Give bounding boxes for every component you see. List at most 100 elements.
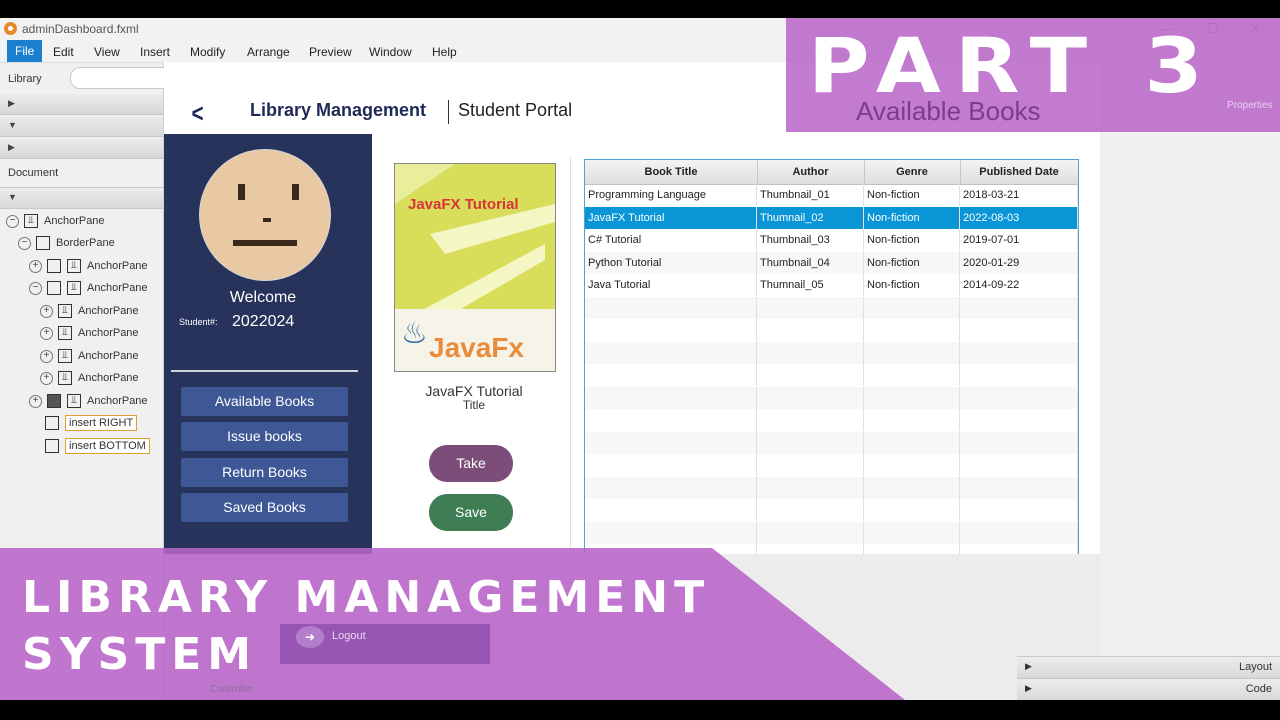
region-icon xyxy=(47,259,61,273)
anchor-icon: ⫫ xyxy=(67,394,81,408)
avatar-nose xyxy=(263,218,271,222)
cell-published-date xyxy=(960,521,1078,544)
menu-window[interactable]: Window xyxy=(369,45,412,59)
controller-label: Controller xyxy=(210,684,254,695)
cell-genre xyxy=(864,364,960,386)
cell-book-title xyxy=(585,296,757,319)
tree-item-anchorpane[interactable]: + ⫫ AnchorPane xyxy=(40,371,139,391)
pane-separator xyxy=(570,158,571,554)
collapse-toggle-icon[interactable]: − xyxy=(18,236,31,250)
table-row[interactable] xyxy=(585,364,1078,386)
insert-right-label: insert RIGHT xyxy=(65,414,138,431)
menu-help[interactable]: Help xyxy=(432,45,457,59)
title-separator xyxy=(448,100,449,124)
document-section-row[interactable]: ▼ xyxy=(0,188,163,209)
cell-author xyxy=(757,296,864,319)
column-header-book-title[interactable]: Book Title xyxy=(585,160,758,184)
cell-author xyxy=(757,319,864,341)
cell-published-date: 2019-07-01 xyxy=(960,229,1078,251)
expand-toggle-icon[interactable]: + xyxy=(29,259,42,273)
table-row[interactable]: C# Tutorial Thumbnail_03 Non-fiction 2019-0… xyxy=(585,229,1078,251)
cell-published-date xyxy=(960,409,1078,431)
expand-toggle-icon[interactable]: + xyxy=(40,304,53,318)
collapse-toggle-icon[interactable]: − xyxy=(29,281,42,295)
properties-label: Properties xyxy=(1227,100,1273,111)
nav-issue-books-button[interactable]: Issue books xyxy=(181,422,348,451)
nav-return-books-button[interactable]: Return Books xyxy=(181,458,348,487)
video-title-line-1: LIBRARY MANAGEMENT xyxy=(22,572,711,623)
table-row[interactable]: Java Tutorial Thumnail_05 Non-fiction 2014-… xyxy=(585,274,1078,296)
cell-author xyxy=(757,341,864,364)
menu-file[interactable]: File xyxy=(7,40,43,62)
tree-item-anchorpane[interactable]: + ⫫ AnchorPane xyxy=(40,304,139,324)
tree-insert-bottom[interactable]: insert BOTTOM xyxy=(45,437,150,459)
table-row[interactable] xyxy=(585,499,1078,521)
column-header-published-date[interactable]: Published Date xyxy=(960,160,1078,184)
table-row[interactable] xyxy=(585,319,1078,341)
expand-toggle-icon[interactable]: + xyxy=(40,349,53,363)
table-row[interactable] xyxy=(585,341,1078,364)
menu-insert[interactable]: Insert xyxy=(140,45,170,59)
window-title: adminDashboard.fxml xyxy=(22,22,139,36)
collapse-toggle-icon[interactable]: − xyxy=(6,214,19,228)
column-header-genre[interactable]: Genre xyxy=(864,160,961,184)
tree-item-label: AnchorPane xyxy=(87,259,148,272)
cell-author: Thumnail_02 xyxy=(757,206,864,229)
back-chevron-icon[interactable]: < xyxy=(192,98,204,129)
tree-item-borderpane[interactable]: − BorderPane xyxy=(18,236,115,256)
nav-saved-books-button[interactable]: Saved Books xyxy=(181,493,348,522)
app-title: Library Management xyxy=(250,100,427,120)
table-row[interactable]: Programming Language Thumbnail_01 Non-fict… xyxy=(585,184,1078,206)
menu-edit[interactable]: Edit xyxy=(53,45,74,59)
student-number-label: Student#: xyxy=(179,317,218,327)
table-row[interactable] xyxy=(585,431,1078,454)
take-button[interactable]: Take xyxy=(429,445,513,482)
library-section-row[interactable]: ▶ xyxy=(0,138,163,159)
cell-published-date xyxy=(960,341,1078,364)
tree-item-label: AnchorPane xyxy=(78,326,139,339)
nav-available-books-button[interactable]: Available Books xyxy=(181,387,348,416)
cell-book-title: Programming Language xyxy=(585,184,757,206)
cell-author xyxy=(757,409,864,431)
column-header-author[interactable]: Author xyxy=(757,160,865,184)
books-table[interactable]: Book Title Author Genre Published Date P… xyxy=(584,159,1079,606)
logout-icon: ➜ xyxy=(296,626,324,648)
cell-book-title xyxy=(585,476,757,499)
table-row[interactable] xyxy=(585,409,1078,431)
table-row[interactable] xyxy=(585,476,1078,499)
tree-item-anchorpane[interactable]: + ⫫ AnchorPane xyxy=(29,259,148,279)
menu-preview[interactable]: Preview xyxy=(309,45,352,59)
tree-insert-right[interactable]: insert RIGHT xyxy=(45,414,138,436)
expand-toggle-icon[interactable]: + xyxy=(29,394,42,408)
expand-toggle-icon[interactable]: + xyxy=(40,326,53,340)
library-section-row[interactable]: ▶ xyxy=(0,94,163,115)
menu-arrange[interactable]: Arrange xyxy=(247,45,290,59)
java-cup-icon: ♨ xyxy=(401,317,428,350)
anchor-icon: ⫫ xyxy=(58,326,72,340)
table-row[interactable]: JavaFX Tutorial Thumnail_02 Non-fiction 202… xyxy=(585,206,1078,229)
menu-view[interactable]: View xyxy=(94,45,120,59)
tree-item-anchorpane[interactable]: − ⫫ AnchorPane xyxy=(6,214,105,234)
cell-published-date xyxy=(960,364,1078,386)
tree-item-anchorpane[interactable]: + ⫫ AnchorPane xyxy=(40,349,139,369)
table-row[interactable] xyxy=(585,296,1078,319)
table-row[interactable] xyxy=(585,521,1078,544)
tree-item-anchorpane[interactable]: + ⫫ AnchorPane xyxy=(29,394,148,414)
library-search-input[interactable] xyxy=(70,67,172,89)
expand-toggle-icon[interactable]: + xyxy=(40,371,53,385)
save-button[interactable]: Save xyxy=(429,494,513,531)
cell-genre xyxy=(864,386,960,409)
tree-item-anchorpane[interactable]: + ⫫ AnchorPane xyxy=(40,326,139,346)
cell-book-title xyxy=(585,364,757,386)
table-row[interactable] xyxy=(585,386,1078,409)
anchor-icon: ⫫ xyxy=(67,281,81,295)
anchor-icon: ⫫ xyxy=(58,349,72,363)
menu-modify[interactable]: Modify xyxy=(190,45,225,59)
library-section-row[interactable]: ▼ xyxy=(0,116,163,137)
cell-book-title xyxy=(585,521,757,544)
cell-author: Thumbnail_03 xyxy=(757,229,864,251)
table-row[interactable]: Python Tutorial Thumbnail_04 Non-fiction 20… xyxy=(585,251,1078,274)
cell-book-title xyxy=(585,319,757,341)
tree-item-anchorpane[interactable]: − ⫫ AnchorPane xyxy=(29,281,148,301)
table-row[interactable] xyxy=(585,454,1078,476)
